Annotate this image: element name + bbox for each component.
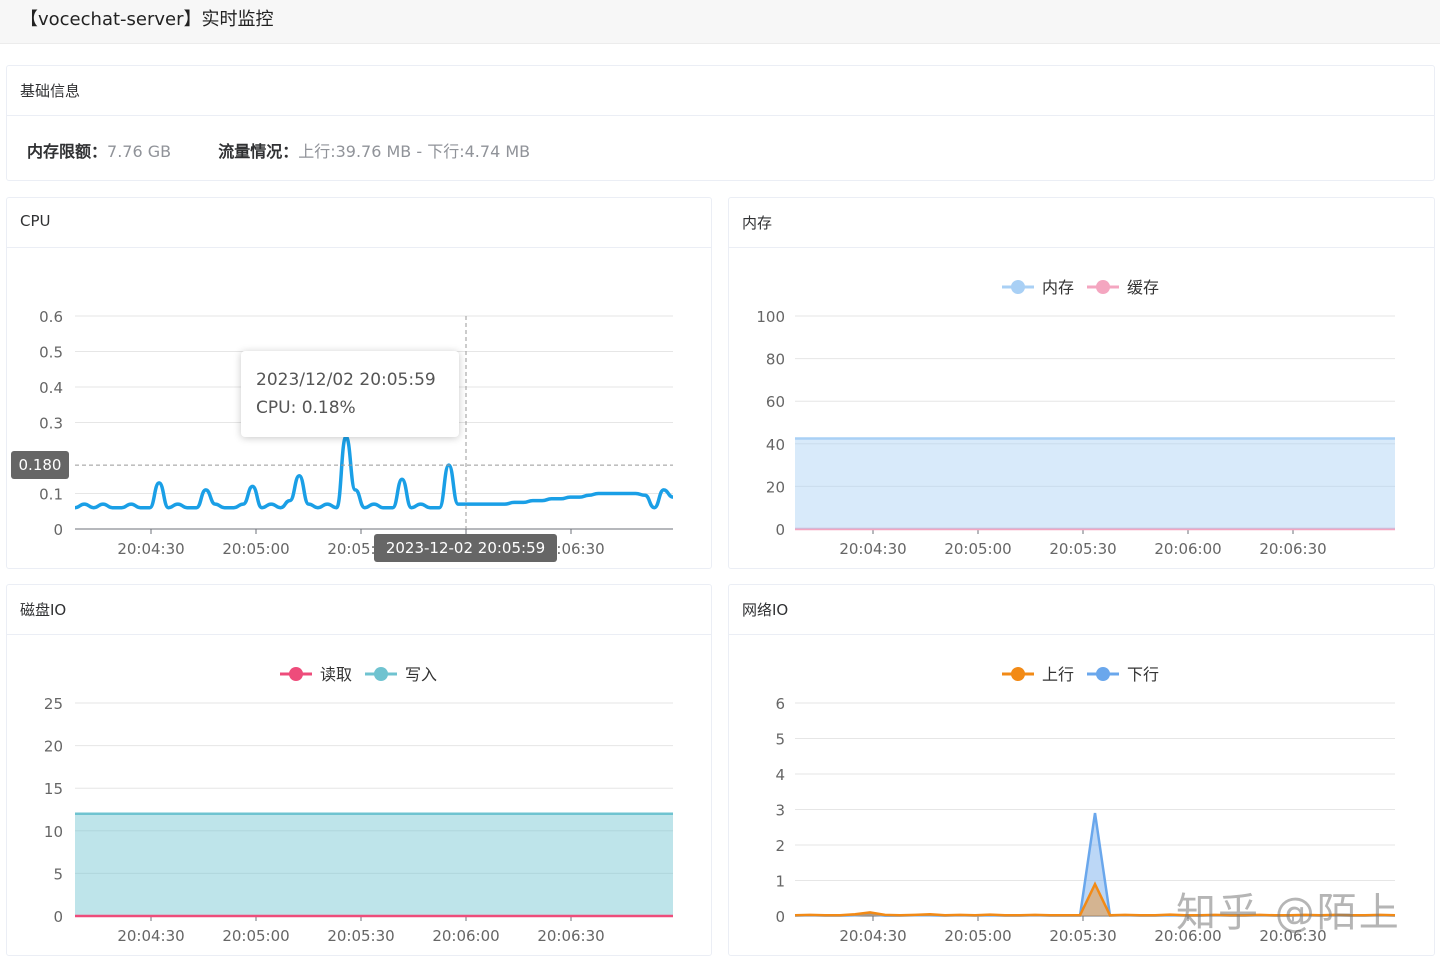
disk-io-card: 磁盘IO 0 5 10 15 20 25 20:04:30 20:05:00 20:05:30 2… [6,584,712,956]
y-tick-label: 20 [44,738,63,756]
x-tick-label: 20:05:00 [222,540,289,558]
tooltip-value: CPU: 0.18% [256,398,356,418]
disk-io-chart[interactable]: 0 5 10 15 20 25 20:04:30 20:05:00 20:05:30 20:06:… [7,585,713,957]
watermark: 知乎 @陌上 [1176,890,1401,936]
basic-info-card: 基础信息 内存限额：7.76 GB 流量情况：上行:39.76 MB - 下行:… [6,65,1435,181]
y-tick-label: 40 [766,436,785,454]
x-tick-label: 20:04:30 [117,927,184,945]
cpu-card: CPU 0 0.1 0.3 0.4 0.5 0.6 20:04:30 20:05:00 20:0… [6,197,712,569]
legend-marker [289,667,303,681]
x-tick-label: 20:06:30 [1259,540,1326,558]
y-tick-label: 5 [775,731,785,749]
y-tick-label: 1 [775,873,785,891]
legend-label: 下行 [1127,665,1159,684]
x-tick-label: 20:06:00 [1154,540,1221,558]
x-tick-label: 20:05:30 [327,927,394,945]
y-tick-label: 15 [44,780,63,798]
legend-marker [1096,667,1110,681]
memory-limit-value: 7.76 GB [107,142,172,161]
legend-marker [1096,280,1110,294]
legend-label: 写入 [405,665,437,684]
series-area-1 [75,813,673,916]
y-tick-label: 0.4 [39,379,63,397]
y-tick-label: 5 [53,865,63,883]
y-tick-label: 60 [766,393,785,411]
x-tick-label: 20:06:00 [432,927,499,945]
x-tick-label: 20:05:00 [222,927,289,945]
legend-marker [374,667,388,681]
memory-card: 内存 0 20 40 60 80 100 20:04:30 20:05:00 20:05:30 2… [728,197,1435,569]
tooltip-time: 2023/12/02 20:05:59 [256,370,436,390]
y-tick-label: 100 [756,308,785,326]
y-tick-label: 3 [775,802,785,820]
x-tick-label: 20:05:30 [1049,540,1116,558]
y-tick-label: 2 [775,837,785,855]
y-tick-label: 6 [775,695,785,713]
memory-limit-label: 内存限额： [27,142,108,161]
memory-chart[interactable]: 0 20 40 60 80 100 20:04:30 20:05:00 20:05:30 20:0… [729,198,1436,570]
traffic-value: 上行:39.76 MB - 下行:4.74 MB [298,142,531,161]
y-axis-pointer-label: 0.180 [11,451,69,479]
x-tick-label: 20:04:30 [117,540,184,558]
y-tick-label: 20 [766,478,785,496]
y-tick-label: 0.3 [39,415,63,433]
x-tick-label: 20:05:00 [944,540,1011,558]
y-tick-label: 0 [775,521,785,539]
legend-label: 上行 [1042,665,1074,684]
legend-label: 缓存 [1127,278,1159,297]
y-tick-label: 10 [44,823,63,841]
legend-marker [1011,280,1025,294]
x-tick-label: 20:06:30 [537,927,604,945]
y-tick-label: 0 [53,908,63,926]
x-axis-pointer-label: 2023-12-02 20:05:59 [374,534,557,562]
traffic: 流量情况：上行:39.76 MB - 下行:4.74 MB [218,138,530,162]
page-title: 【vocechat-server】实时监控 [20,9,274,30]
y-tick-label: 25 [44,695,63,713]
traffic-label: 流量情况： [218,142,299,161]
x-tick-label: 20:05:00 [944,927,1011,945]
legend-label: 内存 [1042,278,1074,297]
series-area-0 [795,438,1395,529]
legend-label: 读取 [320,665,352,684]
basic-info-title: 基础信息 [7,66,1434,116]
y-tick-label: 0 [775,908,785,926]
y-tick-label: 0.1 [39,486,63,504]
cpu-series-line [74,434,674,510]
y-tick-label: 0 [53,521,63,539]
y-tick-label: 0.5 [39,344,63,362]
y-tick-label: 0.6 [39,308,63,326]
memory-limit: 内存限额：7.76 GB [27,138,171,162]
page-header: 【vocechat-server】实时监控 [0,0,1440,44]
cpu-tooltip: 2023/12/02 20:05:59 CPU: 0.18% [241,351,459,437]
x-tick-label: 20:05:30 [1049,927,1116,945]
x-tick-label: 20:04:30 [839,927,906,945]
x-tick-label: 20:04:30 [839,540,906,558]
basic-info-body: 内存限额：7.76 GB 流量情况：上行:39.76 MB - 下行:4.74 … [27,138,572,162]
legend-marker [1011,667,1025,681]
y-tick-label: 4 [775,766,785,784]
y-tick-label: 80 [766,351,785,369]
